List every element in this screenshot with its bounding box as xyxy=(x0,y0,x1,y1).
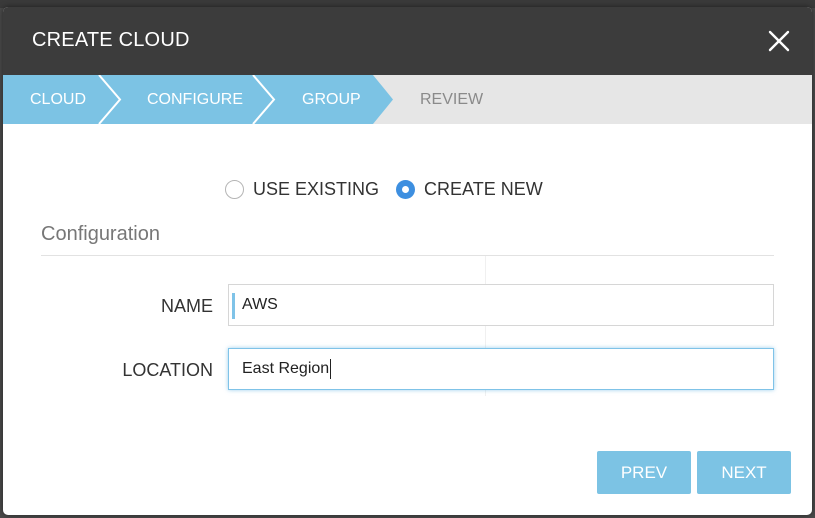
wizard-steps: CLOUD CONFIGURE GROUP REVIEW xyxy=(3,75,812,124)
location-label: LOCATION xyxy=(122,360,213,380)
section-divider xyxy=(41,255,774,256)
name-field-marker xyxy=(232,293,235,319)
text-caret xyxy=(330,358,332,379)
location-field[interactable]: East Region xyxy=(228,348,774,390)
name-field-value: AWS xyxy=(242,296,278,313)
create-new-label[interactable]: CREATE NEW xyxy=(424,179,543,200)
wizard-step-configure[interactable]: CONFIGURE xyxy=(147,75,243,124)
close-icon xyxy=(768,30,790,52)
dialog-title: CREATE CLOUD xyxy=(32,29,190,51)
wizard-step-cloud[interactable]: CLOUD xyxy=(30,75,86,124)
use-existing-label[interactable]: USE EXISTING xyxy=(253,179,379,200)
name-field[interactable]: AWS xyxy=(228,284,774,326)
use-existing-radio[interactable] xyxy=(225,179,244,199)
wizard-step-group[interactable]: GROUP xyxy=(302,75,361,124)
dialog-header: CREATE CLOUD xyxy=(3,7,812,75)
location-field-value: East Region xyxy=(242,360,330,377)
section-title: Configuration xyxy=(41,223,160,245)
mode-radio-group: USE EXISTING CREATE NEW xyxy=(225,177,560,201)
close-button[interactable] xyxy=(765,27,793,55)
prev-button[interactable]: PREV xyxy=(597,451,691,494)
create-new-radio[interactable] xyxy=(396,179,416,199)
next-button[interactable]: NEXT xyxy=(697,451,791,494)
wizard-step-review[interactable]: REVIEW xyxy=(420,75,483,124)
wizard-chevrons xyxy=(3,75,393,124)
name-label: NAME xyxy=(160,296,213,316)
create-cloud-dialog: CREATE CLOUD CLOUD CONFIGURE GROUP REVIE… xyxy=(3,7,812,515)
